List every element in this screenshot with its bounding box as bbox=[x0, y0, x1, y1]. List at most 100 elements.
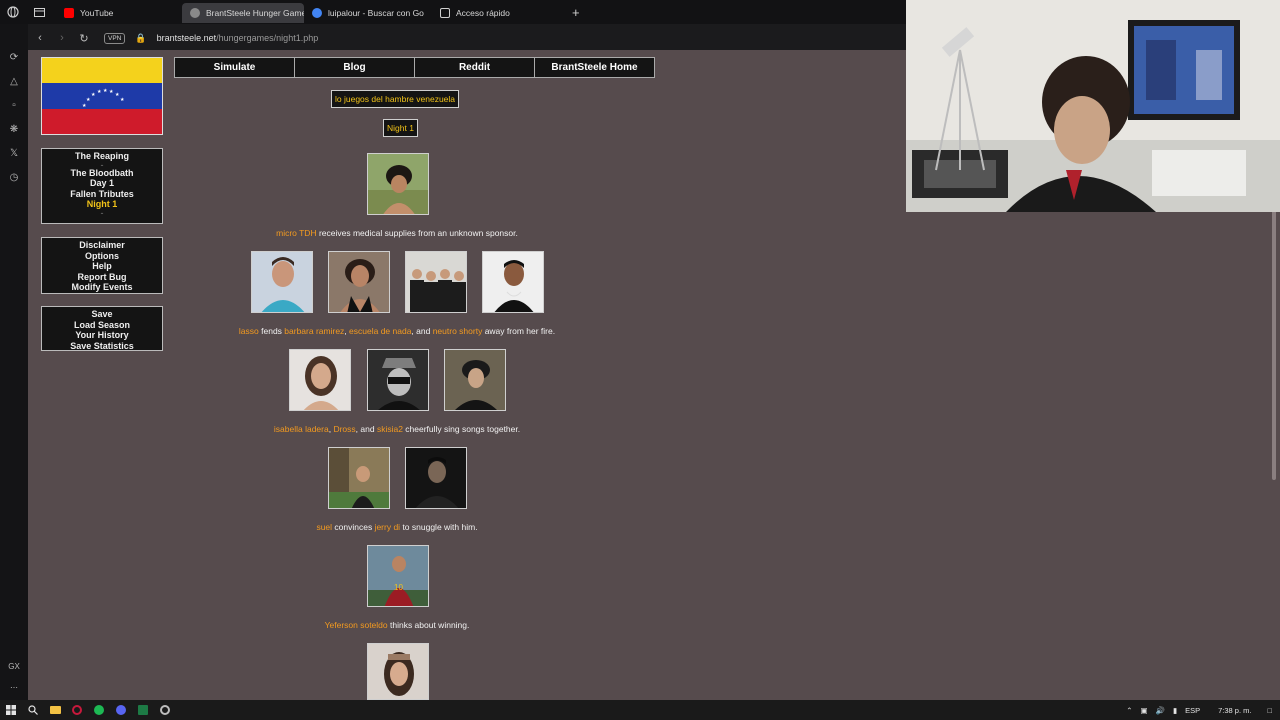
more-dots-icon[interactable]: ⋯ bbox=[10, 683, 18, 692]
event-phrase: convinces bbox=[332, 522, 375, 532]
browser-side-rail: ⟳ △ ▫ ❋ 𝕏 ◷ GX ⋯ bbox=[0, 24, 28, 700]
event-phrase: cheerfully sing songs together. bbox=[402, 424, 521, 434]
menu-separator: - bbox=[100, 207, 104, 218]
tribute-avatar-skisia2 bbox=[444, 349, 506, 411]
excel-icon[interactable] bbox=[132, 700, 154, 720]
info-link[interactable]: Options bbox=[42, 251, 162, 262]
info-link[interactable]: Modify Events bbox=[42, 282, 162, 293]
reddit-button[interactable]: Reddit bbox=[414, 57, 535, 78]
save-link[interactable]: Save Statistics bbox=[42, 341, 162, 352]
phase-link[interactable]: The Bloodbath bbox=[42, 168, 162, 179]
chatgpt-icon[interactable]: ❋ bbox=[7, 122, 21, 136]
page-scrollbar[interactable] bbox=[1272, 210, 1276, 480]
tab-label: luipalour - Buscar con Go bbox=[328, 8, 424, 18]
file-explorer-icon[interactable] bbox=[44, 700, 66, 720]
reload-icon[interactable]: ↻ bbox=[76, 30, 92, 46]
back-arrow-icon[interactable]: ‹ bbox=[32, 30, 48, 46]
save-menu: Save Load Season Your History Save Statisti… bbox=[41, 306, 163, 351]
new-tab-plus-icon[interactable]: + bbox=[572, 5, 580, 20]
event-phrase: fends bbox=[258, 326, 285, 336]
phase-link[interactable]: Day 1 bbox=[42, 178, 162, 189]
page-favicon-icon bbox=[190, 8, 200, 18]
youtube-icon bbox=[64, 8, 74, 18]
tribute-name: skisia2 bbox=[376, 424, 403, 434]
tribute-name: lasso bbox=[238, 326, 259, 336]
url-path: /hungergames/night1.php bbox=[216, 33, 319, 43]
event-phrase: , and bbox=[411, 326, 433, 336]
tribute-name: isabella ladera bbox=[273, 424, 329, 434]
url-field[interactable]: brantsteele.net/hungergames/night1.php bbox=[157, 33, 319, 43]
opera-gx-icon[interactable] bbox=[66, 700, 88, 720]
x-twitter-icon[interactable]: 𝕏 bbox=[7, 146, 21, 160]
network-icon[interactable]: ▣ bbox=[1141, 706, 1148, 715]
phase-menu: The Reaping - The Bloodbath Day 1 Fallen Tri… bbox=[41, 148, 163, 224]
bookmark-icon[interactable]: △ bbox=[7, 74, 21, 88]
clock[interactable]: 7:38 p. m. bbox=[1218, 706, 1251, 715]
event-phrase: to snuggle with him. bbox=[400, 522, 478, 532]
event-phrase: receives medical supplies from an unknow… bbox=[316, 228, 518, 238]
tribute-name: Yeferson soteldo bbox=[324, 620, 388, 630]
vpn-badge[interactable]: VPN bbox=[104, 32, 126, 44]
tribute-avatar-neutro-shorty bbox=[482, 251, 544, 313]
tab-quick-access[interactable]: Acceso rápido bbox=[432, 3, 552, 23]
windows-start-icon[interactable] bbox=[0, 700, 22, 720]
event-text: Yeferson soteldo thinks about winning. bbox=[174, 620, 620, 630]
address-bar: ‹ › ↻ VPN 🔒 brantsteele.net/hungergames/… bbox=[28, 26, 908, 50]
event-phrase: thinks about winning. bbox=[387, 620, 470, 630]
info-link[interactable]: Disclaimer bbox=[42, 240, 162, 251]
tribute-avatar-escuela-de-nada bbox=[405, 251, 467, 313]
tribute-avatar-suel bbox=[328, 447, 390, 509]
tab-google-search[interactable]: luipalour - Buscar con Go bbox=[304, 3, 432, 23]
tribute-name: escuela de nada bbox=[349, 326, 412, 336]
discord-icon[interactable] bbox=[110, 700, 132, 720]
system-tray: ⌃ ▣ 🔊 ▮ ESP 7:38 p. m. □ bbox=[1126, 700, 1272, 720]
tab-youtube[interactable]: YouTube bbox=[56, 3, 182, 23]
event-phrase: , and bbox=[355, 424, 377, 434]
chevron-up-icon[interactable]: ⌃ bbox=[1126, 706, 1132, 715]
gx-icon[interactable]: GX bbox=[8, 662, 20, 671]
notifications-icon[interactable]: □ bbox=[1267, 706, 1272, 715]
save-link[interactable]: Your History bbox=[42, 330, 162, 341]
spotify-icon[interactable] bbox=[88, 700, 110, 720]
info-link[interactable]: Help bbox=[42, 261, 162, 272]
venezuela-flag-image: ★ ★ ★ ★ ★ ★ ★ ★ bbox=[41, 57, 163, 135]
event-text: lasso fends barbara ramirez, escuela de … bbox=[174, 326, 620, 336]
tribute-name: barbara ramirez bbox=[284, 326, 345, 336]
forward-arrow-icon[interactable]: › bbox=[54, 30, 70, 46]
tribute-name: Dross bbox=[333, 424, 356, 434]
tribute-name: micro TDH bbox=[276, 228, 317, 238]
phase-title: Night 1 bbox=[383, 119, 418, 137]
save-link[interactable]: Save bbox=[42, 309, 162, 320]
blog-button[interactable]: Blog bbox=[294, 57, 415, 78]
tribute-avatar-jerry-di bbox=[405, 447, 467, 509]
battery-icon[interactable]: ▮ bbox=[1173, 706, 1177, 715]
messenger-icon[interactable]: ▫ bbox=[7, 98, 21, 112]
grid-icon bbox=[440, 8, 450, 18]
language-indicator[interactable]: ESP bbox=[1185, 706, 1200, 715]
tab-brantsteele[interactable]: BrantSteele Hunger Games bbox=[182, 3, 304, 23]
clock-icon[interactable]: ◷ bbox=[7, 170, 21, 184]
info-link[interactable]: Report Bug bbox=[42, 272, 162, 283]
event-text: isabella ladera, Dross, and skisia2 chee… bbox=[174, 424, 620, 434]
search-icon[interactable] bbox=[22, 700, 44, 720]
history-icon[interactable]: ⟳ bbox=[7, 50, 21, 64]
lock-icon[interactable]: 🔒 bbox=[135, 33, 146, 44]
phase-link[interactable]: Fallen Tributes bbox=[42, 189, 162, 200]
browser-logo-icon[interactable] bbox=[0, 0, 26, 24]
tribute-name: jerry di bbox=[374, 522, 401, 532]
volume-icon[interactable]: 🔊 bbox=[1156, 706, 1165, 715]
browser-window: YouTube BrantSteele Hunger Games luipalo… bbox=[0, 0, 1280, 700]
chrome-icon[interactable] bbox=[154, 700, 176, 720]
simulate-button[interactable]: Simulate bbox=[174, 57, 295, 78]
tribute-avatar-yeferson-soteldo: 10 bbox=[367, 545, 429, 607]
brantsteele-home-button[interactable]: BrantSteele Home bbox=[534, 57, 655, 78]
tribute-avatar-isabella-ladera bbox=[289, 349, 351, 411]
tribute-avatar-lasso bbox=[251, 251, 313, 313]
workspaces-icon[interactable] bbox=[26, 0, 52, 24]
event-text: micro TDH receives medical supplies from… bbox=[174, 228, 620, 238]
tribute-name: neutro shorty bbox=[432, 326, 483, 336]
google-icon bbox=[312, 8, 322, 18]
save-link[interactable]: Load Season bbox=[42, 320, 162, 331]
event-phrase: away from her fire. bbox=[482, 326, 556, 336]
tribute-avatar-micro-tdh bbox=[367, 153, 429, 215]
